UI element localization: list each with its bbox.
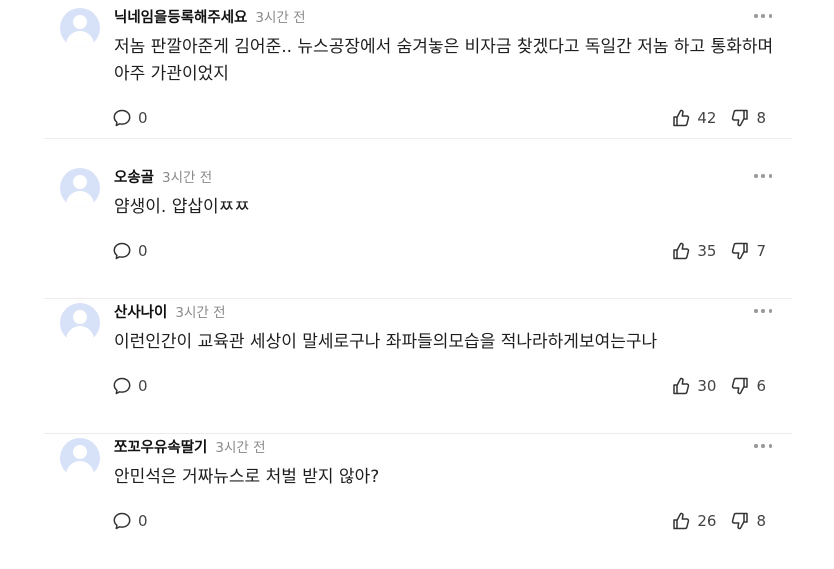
like-button[interactable]: 35 [671, 241, 716, 261]
more-options-icon[interactable] [754, 9, 772, 23]
reply-button[interactable]: 0 [112, 241, 148, 261]
comment-text: 얌생이. 얍삽이ㅉㅉ [114, 197, 250, 217]
dislike-button[interactable]: 8 [730, 511, 766, 531]
speech-bubble-icon [112, 376, 132, 396]
thumbs-down-icon [730, 241, 750, 261]
more-options-icon[interactable] [754, 304, 772, 318]
reaction-actions: 30 6 [671, 376, 766, 396]
thumbs-up-icon [671, 511, 691, 531]
timestamp: 3시간 전 [175, 305, 226, 321]
like-count: 42 [697, 109, 717, 127]
thumbs-up-icon [671, 376, 691, 396]
comment-item: 닉네임을등록해주세요 3시간 전 저놈 판깔아준게 김어준.. 뉴스공장에서 숨… [44, 4, 792, 139]
like-count: 26 [697, 512, 717, 530]
reply-count: 0 [138, 242, 148, 260]
like-button[interactable]: 42 [671, 108, 716, 128]
like-count: 35 [697, 242, 717, 260]
speech-bubble-icon [112, 511, 132, 531]
speech-bubble-icon [112, 108, 132, 128]
thumbs-down-icon [730, 376, 750, 396]
timestamp: 3시간 전 [255, 10, 306, 26]
comment-meta: 닉네임을등록해주세요 3시간 전 [114, 4, 306, 28]
reaction-actions: 26 8 [671, 511, 766, 531]
thumbs-up-icon [671, 241, 691, 261]
thumbs-up-icon [671, 108, 691, 128]
dislike-button[interactable]: 7 [730, 241, 766, 261]
nickname[interactable]: 쪼꼬우유속딸기 [114, 436, 207, 457]
comment-meta: 산사나이 3시간 전 [114, 299, 226, 323]
avatar[interactable] [60, 168, 100, 208]
nickname[interactable]: 오송골 [114, 166, 154, 187]
like-count: 30 [697, 377, 717, 395]
thumbs-down-icon [730, 108, 750, 128]
comment-meta: 오송골 3시간 전 [114, 164, 212, 188]
comment-item: 쪼꼬우유속딸기 3시간 전 안민석은 거짜뉴스로 처벌 받지 않아? 0 26 … [44, 434, 792, 569]
reply-button[interactable]: 0 [112, 511, 148, 531]
avatar[interactable] [60, 303, 100, 343]
nickname[interactable]: 산사나이 [114, 301, 167, 322]
reply-count: 0 [138, 109, 148, 127]
comment-text: 저놈 판깔아준게 김어준.. 뉴스공장에서 숨겨놓은 비자금 찾겠다고 독일간 … [114, 37, 774, 84]
comment-item: 산사나이 3시간 전 이런인간이 교육관 세상이 말세로구나 좌파들의모습을 적… [44, 299, 792, 434]
comment-text: 이런인간이 교육관 세상이 말세로구나 좌파들의모습을 적나라하게보여는구나 [114, 332, 658, 352]
reply-count: 0 [138, 377, 148, 395]
avatar[interactable] [60, 438, 100, 478]
timestamp: 3시간 전 [215, 440, 266, 456]
timestamp: 3시간 전 [162, 170, 213, 186]
more-options-icon[interactable] [754, 439, 772, 453]
like-button[interactable]: 26 [671, 511, 716, 531]
dislike-count: 7 [756, 242, 766, 260]
like-button[interactable]: 30 [671, 376, 716, 396]
reaction-actions: 42 8 [671, 108, 766, 128]
nickname[interactable]: 닉네임을등록해주세요 [114, 6, 247, 27]
comment-text: 안민석은 거짜뉴스로 처벌 받지 않아? [114, 467, 380, 487]
comment-meta: 쪼꼬우유속딸기 3시간 전 [114, 434, 266, 458]
thumbs-down-icon [730, 511, 750, 531]
reply-count: 0 [138, 512, 148, 530]
reaction-actions: 35 7 [671, 241, 766, 261]
comment-item: 오송골 3시간 전 얌생이. 얍삽이ㅉㅉ 0 35 7 [44, 164, 792, 299]
reply-button[interactable]: 0 [112, 108, 148, 128]
avatar[interactable] [60, 8, 100, 48]
more-options-icon[interactable] [754, 169, 772, 183]
reply-button[interactable]: 0 [112, 376, 148, 396]
dislike-count: 8 [756, 109, 766, 127]
dislike-button[interactable]: 8 [730, 108, 766, 128]
dislike-count: 8 [756, 512, 766, 530]
dislike-count: 6 [756, 377, 766, 395]
speech-bubble-icon [112, 241, 132, 261]
dislike-button[interactable]: 6 [730, 376, 766, 396]
